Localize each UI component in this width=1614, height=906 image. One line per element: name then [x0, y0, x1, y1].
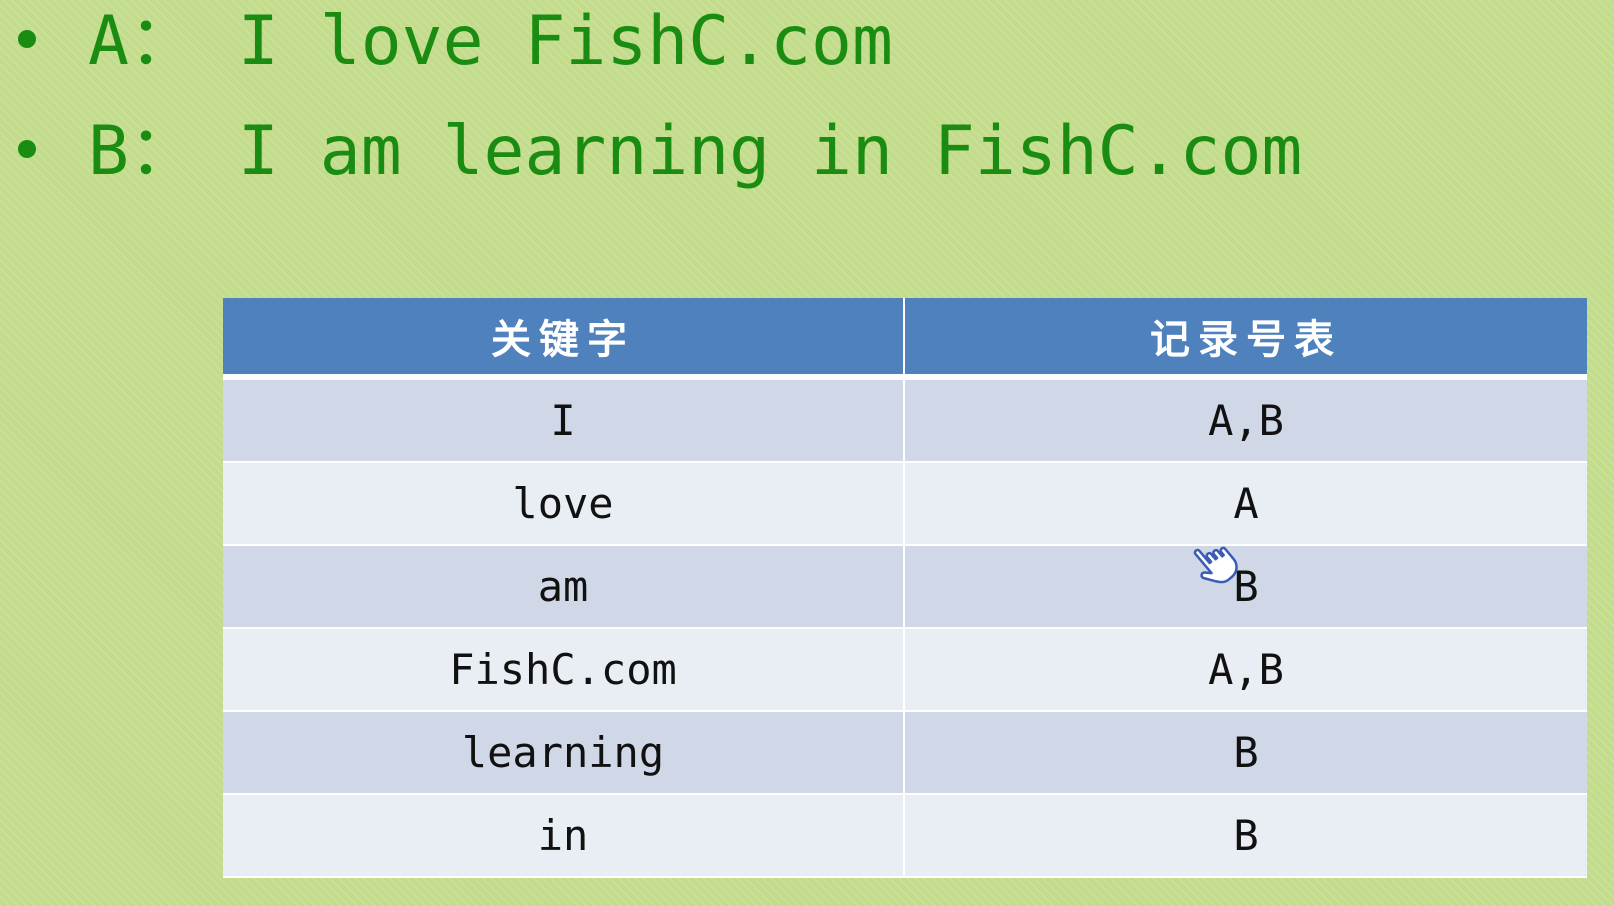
record-cell: A,B: [904, 628, 1587, 712]
table-row: I A,B: [223, 377, 1587, 463]
slide: A： I love FishC.com B： I am learning in …: [0, 0, 1614, 906]
keyword-cell: love: [223, 462, 905, 546]
table: 关键字 记录号表 I A,B love A am B FishC.com A,B…: [223, 298, 1587, 878]
record-cell: B: [904, 794, 1587, 878]
table-row: learning B: [223, 711, 1587, 795]
keyword-cell: FishC.com: [223, 628, 905, 712]
bullet-label: A：: [88, 2, 197, 81]
record-cell: A: [904, 462, 1587, 546]
hand-pointer-icon: [1193, 546, 1238, 584]
table-row: FishC.com A,B: [223, 628, 1587, 712]
bullet-label: B：: [88, 112, 197, 191]
bullet-text: I love FishC.com: [237, 2, 893, 81]
keyword-cell: in: [223, 794, 905, 878]
bullet-dot-icon: [18, 30, 36, 49]
bullet-dot-icon: [18, 140, 36, 159]
bullet-text: I am learning in FishC.com: [237, 112, 1303, 191]
table-row: love A: [223, 462, 1587, 546]
bullet-item-a: A： I love FishC.com: [18, 2, 893, 82]
keyword-cell: I: [223, 377, 905, 463]
header-record-list: 记录号表: [904, 298, 1587, 380]
table-row: am B: [223, 545, 1587, 629]
record-cell: A,B: [904, 377, 1587, 463]
table-header-row: 关键字 记录号表: [223, 298, 1587, 380]
inverted-index-table: 关键字 记录号表 I A,B love A am B FishC.com A,B…: [223, 298, 1587, 878]
bullet-item-b: B： I am learning in FishC.com: [18, 112, 1302, 192]
keyword-cell: am: [223, 545, 905, 629]
keyword-cell: learning: [223, 711, 905, 795]
header-keyword: 关键字: [223, 298, 905, 380]
record-cell: B: [904, 545, 1587, 629]
record-cell: B: [904, 711, 1587, 795]
table-row: in B: [223, 794, 1587, 878]
